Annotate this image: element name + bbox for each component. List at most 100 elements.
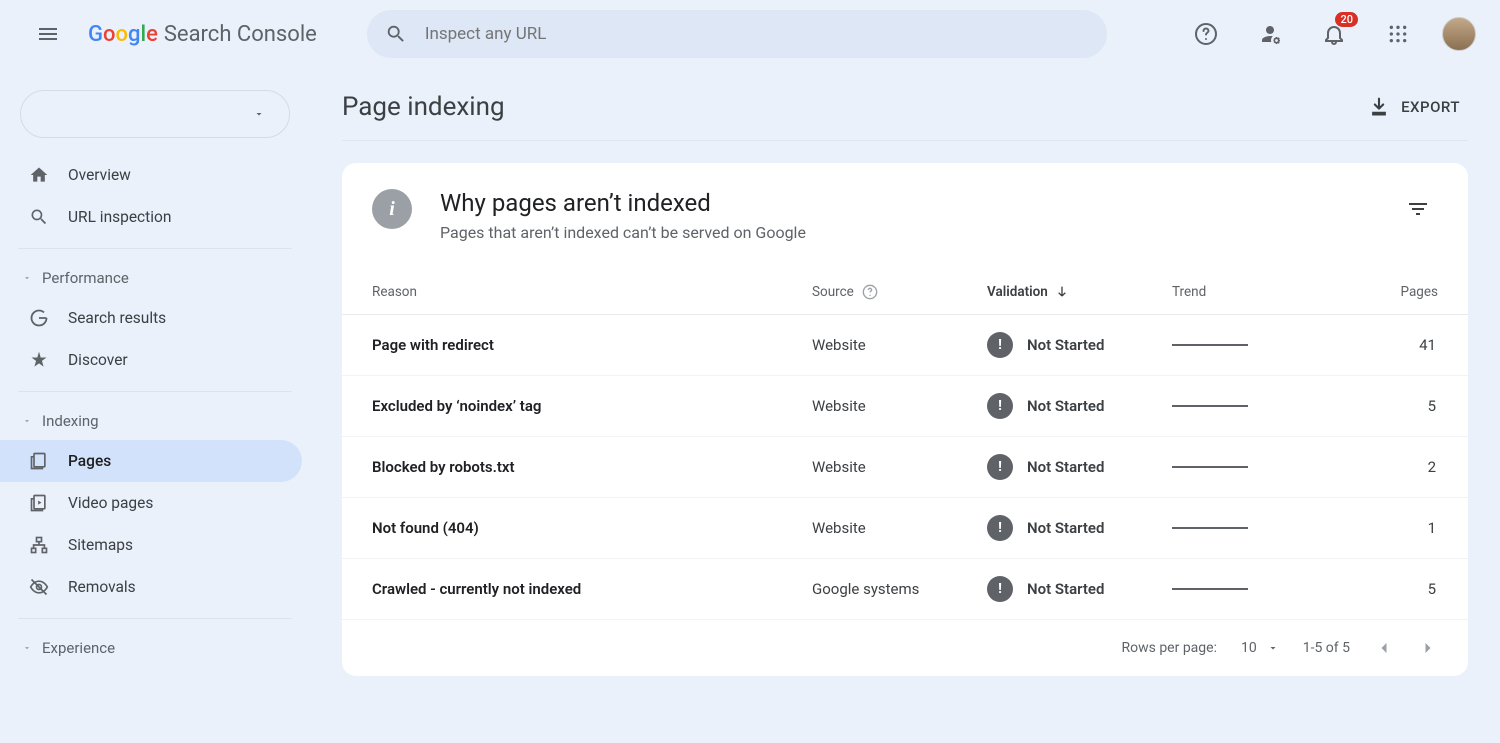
cell-pages: 2: [1372, 458, 1438, 476]
alert-icon: !: [987, 454, 1013, 480]
info-icon: i: [372, 189, 412, 229]
search-icon: [385, 23, 407, 45]
cell-reason: Not found (404): [372, 519, 812, 537]
rows-per-page-value: 10: [1241, 640, 1257, 656]
sidebar-group-indexing[interactable]: Indexing: [0, 402, 310, 440]
filter-icon: [1406, 197, 1430, 221]
card-subtitle: Pages that aren’t indexed can’t be serve…: [440, 223, 806, 242]
sidebar-item-pages[interactable]: Pages: [0, 440, 302, 482]
table-footer: Rows per page: 10 1-5 of 5: [342, 620, 1468, 676]
help-button[interactable]: [1186, 14, 1226, 54]
alert-icon: !: [987, 515, 1013, 541]
sidebar-group-performance[interactable]: Performance: [0, 259, 310, 297]
hamburger-menu-button[interactable]: [24, 10, 72, 58]
sidebar-item-label: Discover: [68, 351, 128, 369]
cell-validation: ! Not Started: [987, 393, 1172, 419]
cell-validation: ! Not Started: [987, 332, 1172, 358]
sidebar-item-video-pages[interactable]: Video pages: [0, 482, 302, 524]
next-page-button[interactable]: [1418, 638, 1438, 658]
cell-validation: ! Not Started: [987, 576, 1172, 602]
app-header: Google Search Console 20: [0, 0, 1500, 68]
menu-icon: [36, 22, 60, 46]
person-gear-icon: [1258, 22, 1282, 46]
arrow-down-icon: [1054, 284, 1070, 300]
table-row[interactable]: Page with redirect Website ! Not Started…: [342, 315, 1468, 376]
help-icon: [1194, 22, 1218, 46]
table-row[interactable]: Crawled - currently not indexed Google s…: [342, 559, 1468, 620]
property-selector[interactable]: [20, 90, 290, 138]
cell-reason: Blocked by robots.txt: [372, 458, 812, 476]
th-pages: Pages: [1372, 284, 1438, 300]
alert-icon: !: [987, 576, 1013, 602]
star-icon: [29, 350, 49, 370]
filter-button[interactable]: [1398, 189, 1438, 229]
table-row[interactable]: Blocked by robots.txt Website ! Not Star…: [342, 437, 1468, 498]
validation-status: Not Started: [1027, 336, 1104, 354]
sidebar-group-label: Indexing: [42, 412, 99, 430]
prev-page-button[interactable]: [1374, 638, 1394, 658]
header-actions: 20: [1186, 14, 1476, 54]
page-title: Page indexing: [342, 92, 505, 122]
trend-sparkline: [1172, 466, 1248, 468]
chevron-left-icon: [1374, 638, 1394, 658]
cell-trend: [1172, 527, 1372, 529]
chevron-down-icon: [22, 416, 32, 426]
cell-source: Google systems: [812, 580, 987, 598]
cell-trend: [1172, 405, 1372, 407]
sidebar-item-label: Overview: [68, 166, 131, 184]
cell-trend: [1172, 466, 1372, 468]
sidebar-item-url-inspection[interactable]: URL inspection: [0, 196, 302, 238]
search-input[interactable]: [425, 24, 1089, 44]
sidebar-item-sitemaps[interactable]: Sitemaps: [0, 524, 302, 566]
rows-per-page-select[interactable]: 10: [1241, 640, 1279, 656]
sidebar-item-overview[interactable]: Overview: [0, 154, 302, 196]
table-row[interactable]: Not found (404) Website ! Not Started 1: [342, 498, 1468, 559]
main-content: Page indexing EXPORT i Why pages aren’t …: [310, 68, 1500, 676]
trend-sparkline: [1172, 344, 1248, 346]
export-label: EXPORT: [1401, 98, 1460, 116]
rows-per-page-label: Rows per page:: [1121, 640, 1216, 656]
cell-source: Website: [812, 397, 987, 415]
cell-source: Website: [812, 336, 987, 354]
url-inspect-search[interactable]: [367, 10, 1107, 58]
eye-off-icon: [29, 577, 49, 597]
chevron-down-icon: [1267, 642, 1279, 654]
validation-status: Not Started: [1027, 580, 1104, 598]
cell-reason: Crawled - currently not indexed: [372, 580, 812, 598]
sidebar-group-label: Performance: [42, 269, 129, 287]
pages-icon: [29, 451, 49, 471]
sidebar-item-label: Search results: [68, 309, 166, 327]
not-indexed-card: i Why pages aren’t indexed Pages that ar…: [342, 163, 1468, 676]
sidebar-item-label: URL inspection: [68, 208, 171, 226]
sidebar-item-label: Removals: [68, 578, 136, 596]
export-button[interactable]: EXPORT: [1369, 97, 1460, 117]
notifications-button[interactable]: 20: [1314, 14, 1354, 54]
cell-source: Website: [812, 519, 987, 537]
google-logo-text: Google: [88, 22, 158, 47]
th-source: Source: [812, 284, 854, 300]
product-name: Search Console: [164, 22, 317, 47]
notification-badge: 20: [1335, 12, 1358, 27]
cell-pages: 1: [1372, 519, 1438, 537]
account-avatar[interactable]: [1442, 17, 1476, 51]
chevron-down-icon: [22, 643, 32, 653]
chevron-down-icon: [253, 108, 265, 120]
sidebar-item-label: Pages: [68, 452, 111, 470]
th-validation[interactable]: Validation: [987, 284, 1172, 300]
sidebar-item-discover[interactable]: Discover: [0, 339, 302, 381]
cell-pages: 5: [1372, 580, 1438, 598]
sidebar-group-experience[interactable]: Experience: [0, 629, 310, 667]
sidebar-item-search-results[interactable]: Search results: [0, 297, 302, 339]
cell-validation: ! Not Started: [987, 515, 1172, 541]
validation-status: Not Started: [1027, 519, 1104, 537]
table-row[interactable]: Excluded by ‘noindex’ tag Website ! Not …: [342, 376, 1468, 437]
apps-button[interactable]: [1378, 14, 1418, 54]
th-reason: Reason: [372, 284, 812, 300]
trend-sparkline: [1172, 527, 1248, 529]
user-settings-button[interactable]: [1250, 14, 1290, 54]
sidebar-item-removals[interactable]: Removals: [0, 566, 302, 608]
help-icon[interactable]: [862, 284, 878, 300]
sidebar: Overview URL inspection Performance Sear…: [0, 68, 310, 676]
table-header: Reason Source Validation Trend Pages: [342, 264, 1468, 315]
sidebar-item-label: Sitemaps: [68, 536, 133, 554]
